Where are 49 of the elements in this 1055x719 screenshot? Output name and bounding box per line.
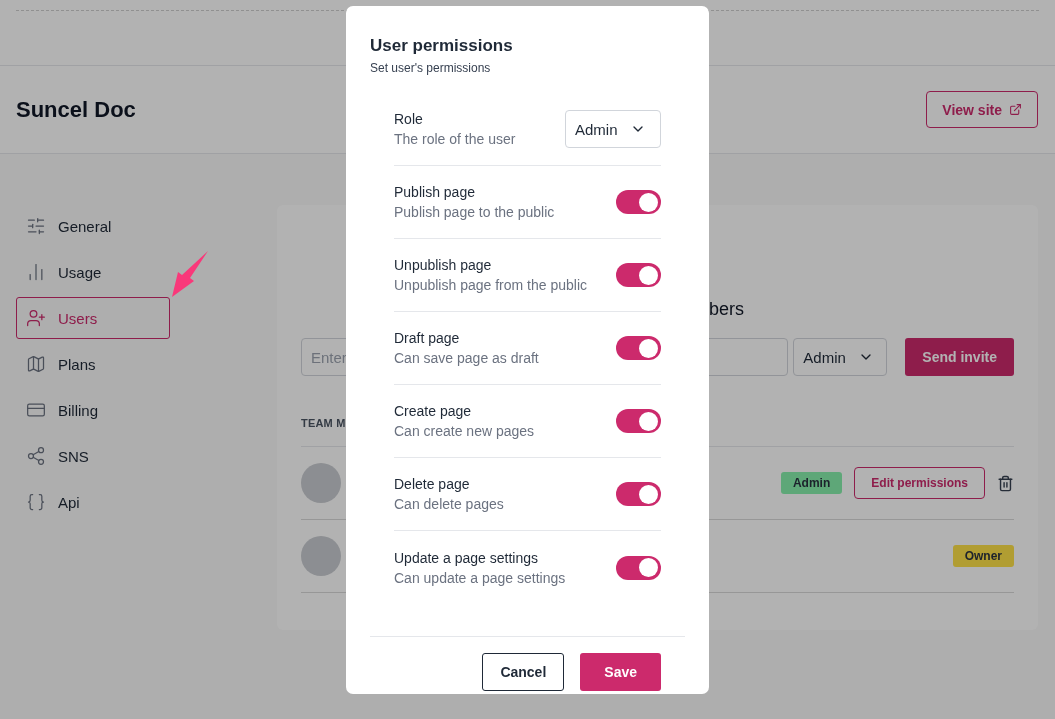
setting-label: Update a page settings	[394, 549, 539, 566]
edit-permissions-button[interactable]: Edit permissions	[854, 467, 985, 499]
setting-label: Draft page	[394, 330, 461, 346]
avatar-placeholder	[301, 536, 341, 576]
toggle-switch[interactable]	[616, 482, 661, 506]
sidebar-item[interactable]: Api	[16, 481, 170, 523]
setting-label: Create page	[394, 403, 473, 419]
map-icon	[26, 354, 46, 374]
save-button[interactable]: Save	[580, 653, 661, 691]
role-select[interactable]: Admin	[565, 110, 661, 148]
share-icon	[26, 446, 46, 466]
setting-description: Can update a page settings	[394, 569, 566, 586]
setting-description: The role of the user	[394, 131, 516, 147]
site-title: Suncel Doc	[16, 96, 136, 123]
user-plus-icon	[26, 308, 46, 328]
setting-label: Role	[394, 111, 424, 127]
toggle-switch[interactable]	[616, 190, 661, 214]
setting-description: Can save page as draft	[394, 350, 539, 366]
setting-description: Can create new pages	[394, 423, 535, 439]
sidebar-item[interactable]: Plans	[16, 343, 170, 385]
role-select[interactable]: Admin	[793, 338, 888, 376]
cancel-button[interactable]: Cancel	[482, 653, 565, 691]
card-heading: bers	[709, 299, 744, 319]
role-badge: Owner	[952, 545, 1014, 567]
toggle-switch[interactable]	[616, 555, 661, 580]
send-invite-button[interactable]: Send invite	[905, 338, 1014, 376]
setting-label: Publish page	[394, 184, 476, 200]
sidebar-item[interactable]: Users	[16, 297, 170, 339]
dialog-title: User permissions	[370, 36, 514, 56]
setting-label: Unpublish page	[394, 257, 493, 273]
toggle-switch[interactable]	[616, 263, 661, 287]
sliders-icon	[26, 216, 46, 236]
toggle-switch[interactable]	[616, 409, 661, 433]
avatar-placeholder	[301, 463, 341, 503]
toggle-switch[interactable]	[616, 336, 661, 360]
sidebar-item[interactable]: General	[16, 205, 170, 247]
setting-description: Publish page to the public	[394, 204, 555, 220]
setting-description: Can delete pages	[394, 496, 504, 512]
setting-label: Delete page	[394, 476, 471, 492]
delete-icon[interactable]	[997, 474, 1014, 492]
role-badge: Admin	[780, 472, 843, 494]
sidebar-item[interactable]: Usage	[16, 251, 170, 293]
view-site-button[interactable]: View site	[926, 91, 1038, 128]
dialog-subtitle: Set user's permissions	[370, 61, 492, 75]
sidebar-item[interactable]: Billing	[16, 389, 170, 431]
setting-description: Unpublish page from the public	[394, 277, 587, 293]
external-link-icon	[1009, 103, 1022, 116]
sidebar-item[interactable]: SNS	[16, 435, 170, 477]
braces-icon	[26, 492, 46, 512]
